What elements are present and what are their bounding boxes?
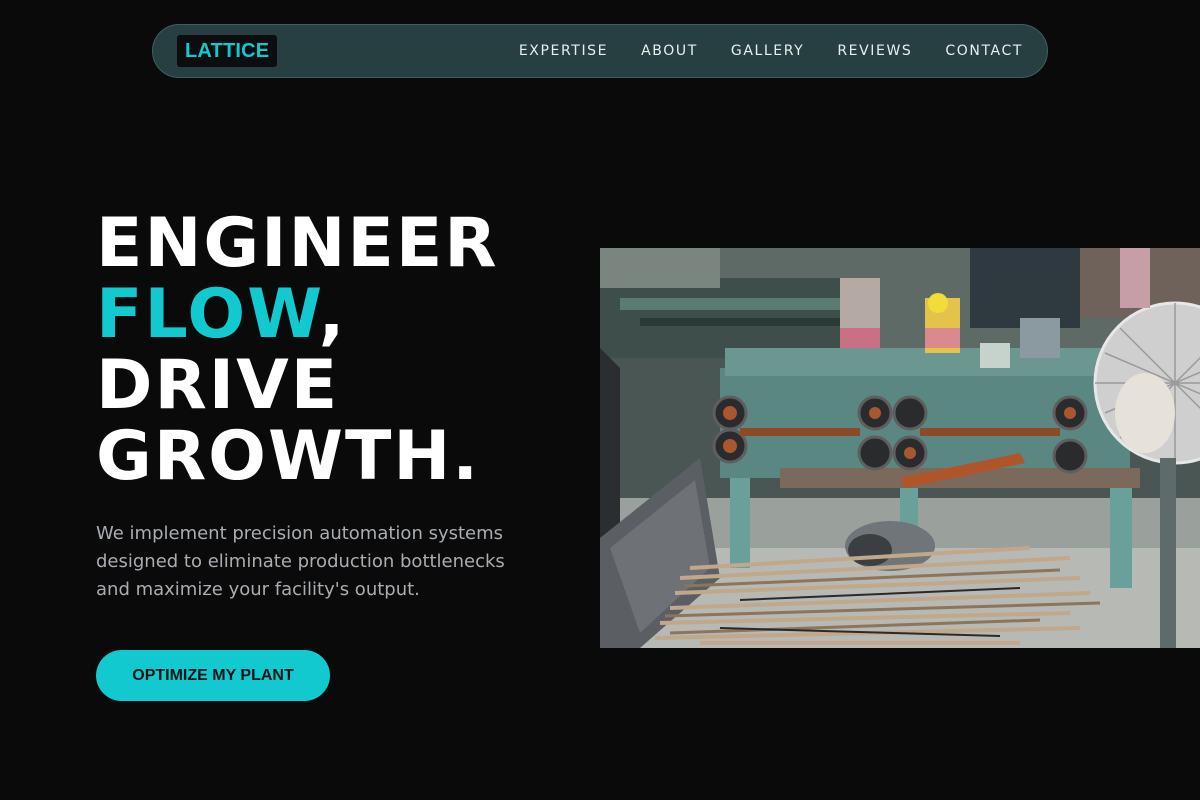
headline-line-3: DRIVE — [96, 346, 340, 425]
hero-description: We implement precision automation system… — [96, 523, 505, 600]
nav-link-gallery[interactable]: GALLERY — [731, 43, 804, 59]
headline-line-4: GROWTH. — [96, 417, 481, 496]
optimize-plant-button[interactable]: OPTIMIZE MY PLANT — [96, 650, 330, 701]
nav-link-reviews[interactable]: REVIEWS — [837, 43, 912, 59]
headline-line-2: FLOW, — [96, 279, 499, 350]
brand-logo[interactable]: LATTICE — [177, 35, 278, 67]
nav-link-about[interactable]: ABOUT — [641, 43, 698, 59]
nav-link-expertise[interactable]: EXPERTISE — [519, 43, 608, 59]
headline-accent-word: FLOW — [96, 275, 319, 354]
headline-line-1: ENGINEER — [96, 204, 499, 283]
nav-links: EXPERTISE ABOUT GALLERY REVIEWS CONTACT — [519, 43, 1023, 59]
hero-factory-image — [600, 248, 1200, 648]
hero-headline: ENGINEER FLOW, DRIVE GROWTH. — [96, 208, 499, 492]
headline-comma: , — [318, 275, 347, 354]
nav-link-contact[interactable]: CONTACT — [945, 43, 1023, 59]
top-navbar: LATTICE EXPERTISE ABOUT GALLERY REVIEWS … — [152, 24, 1048, 78]
